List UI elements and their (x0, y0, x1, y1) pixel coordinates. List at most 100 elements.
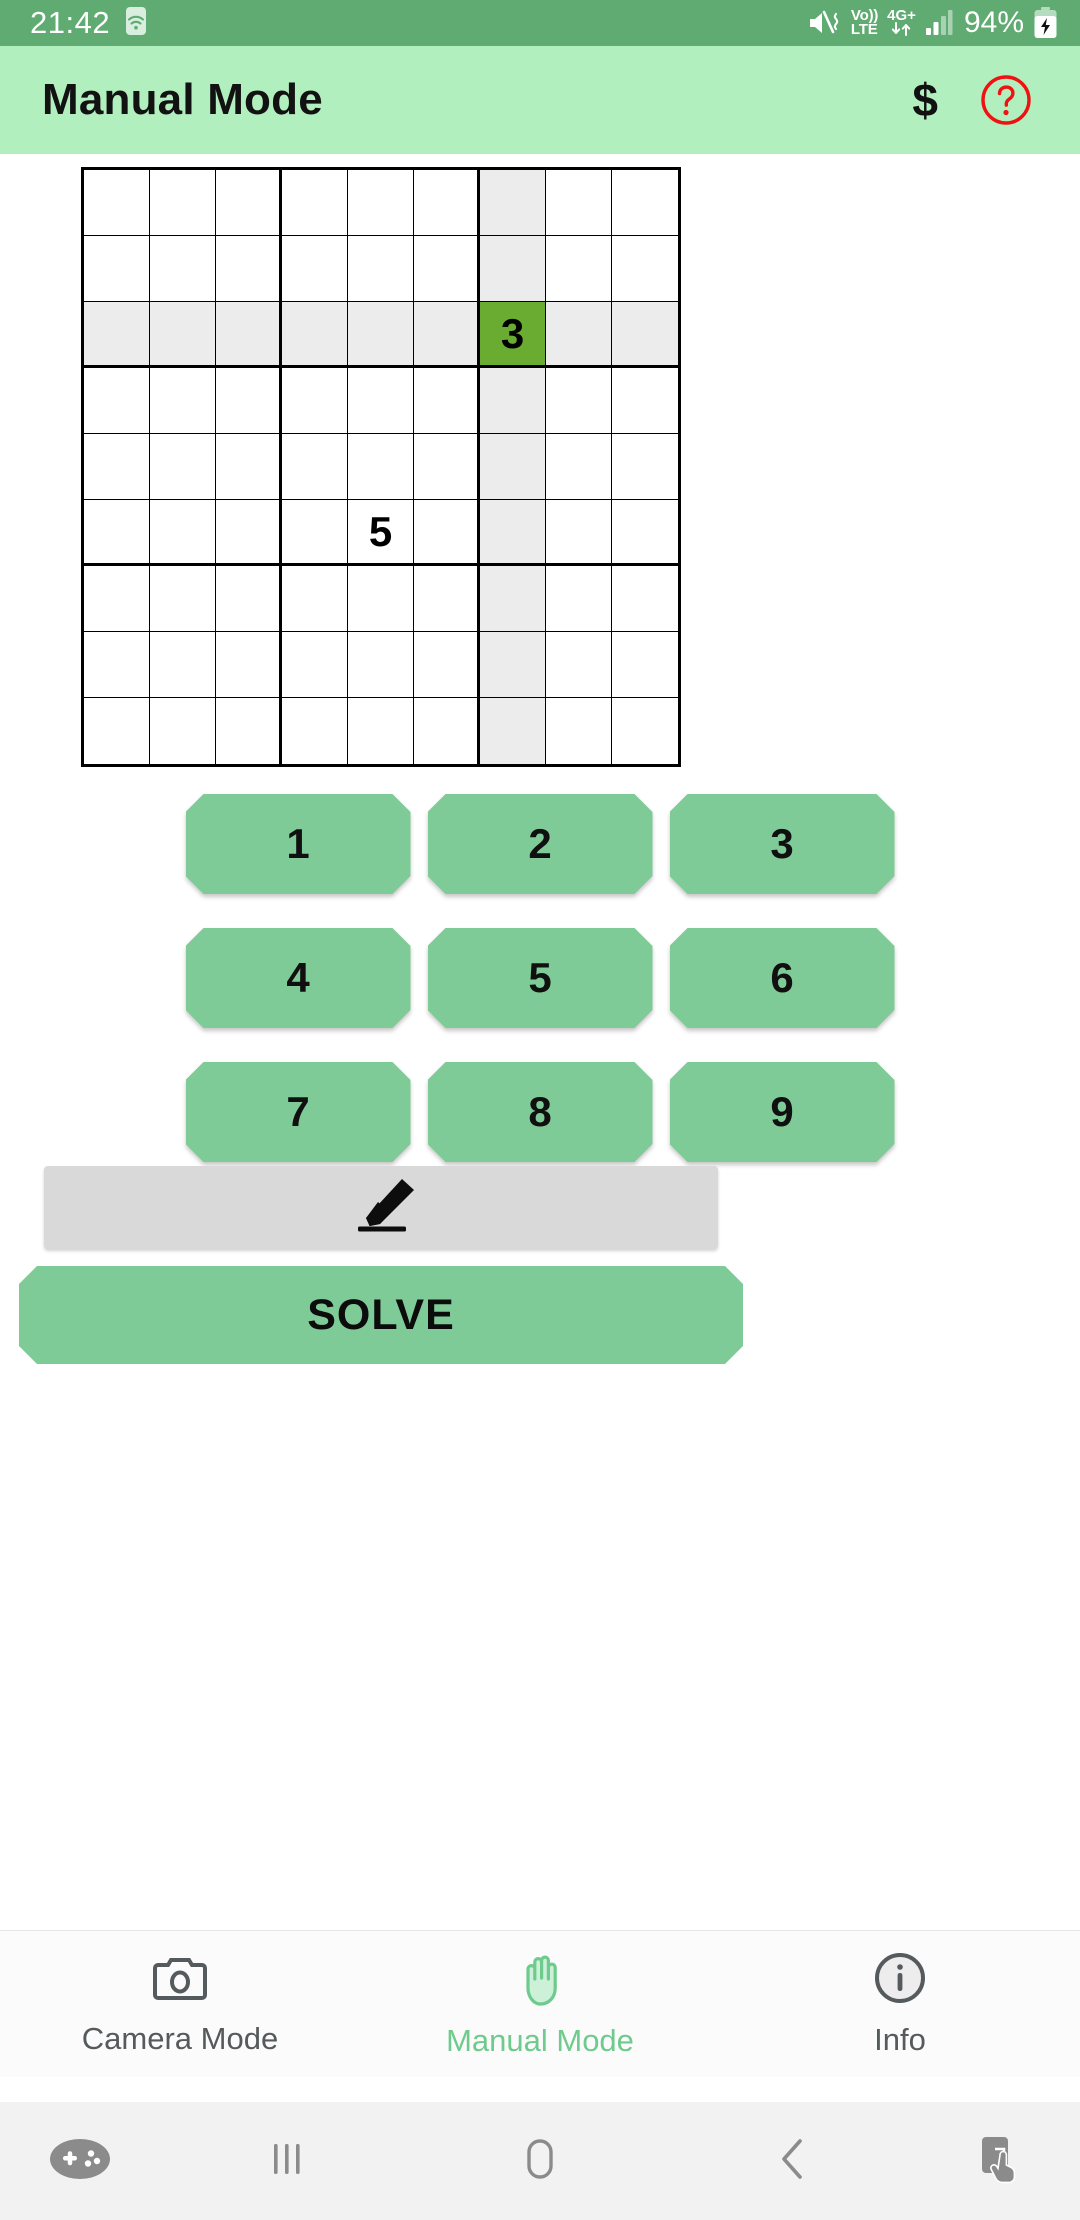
sudoku-cell-r6-c6[interactable] (414, 500, 480, 566)
sudoku-cell-r4-c9[interactable] (612, 368, 678, 434)
sudoku-cell-r6-c3[interactable] (216, 500, 282, 566)
sudoku-cell-r6-c1[interactable] (84, 500, 150, 566)
help-circle-icon[interactable] (980, 74, 1032, 126)
sudoku-cell-r3-c6[interactable] (414, 302, 480, 368)
sudoku-cell-r4-c5[interactable] (348, 368, 414, 434)
dollar-icon[interactable]: $ (912, 77, 938, 123)
sudoku-cell-r3-c2[interactable] (150, 302, 216, 368)
sudoku-cell-r1-c2[interactable] (150, 170, 216, 236)
tab-camera-mode[interactable]: Camera Mode (0, 1952, 360, 2057)
sudoku-cell-r2-c2[interactable] (150, 236, 216, 302)
sudoku-cell-r1-c4[interactable] (282, 170, 348, 236)
sudoku-cell-r1-c1[interactable] (84, 170, 150, 236)
nav-back-button[interactable] (667, 2133, 920, 2190)
sudoku-cell-r8-c5[interactable] (348, 632, 414, 698)
sudoku-cell-r5-c1[interactable] (84, 434, 150, 500)
sudoku-cell-r6-c7[interactable] (480, 500, 546, 566)
nav-recents-button[interactable] (160, 2134, 413, 2189)
sudoku-cell-r8-c9[interactable] (612, 632, 678, 698)
sudoku-cell-r3-c9[interactable] (612, 302, 678, 368)
sudoku-cell-r4-c1[interactable] (84, 368, 150, 434)
sudoku-cell-r2-c9[interactable] (612, 236, 678, 302)
sudoku-cell-r5-c5[interactable] (348, 434, 414, 500)
sudoku-cell-r6-c5[interactable]: 5 (348, 500, 414, 566)
sudoku-cell-r3-c5[interactable] (348, 302, 414, 368)
eraser-button[interactable] (44, 1166, 718, 1249)
sudoku-cell-r2-c5[interactable] (348, 236, 414, 302)
android-nav-bar[interactable] (0, 2102, 1080, 2220)
sudoku-cell-r8-c1[interactable] (84, 632, 150, 698)
sudoku-cell-r9-c4[interactable] (282, 698, 348, 764)
sudoku-cell-r4-c7[interactable] (480, 368, 546, 434)
sudoku-cell-r8-c3[interactable] (216, 632, 282, 698)
solve-button[interactable]: SOLVE (19, 1266, 743, 1364)
sudoku-cell-r8-c8[interactable] (546, 632, 612, 698)
sudoku-cell-r1-c3[interactable] (216, 170, 282, 236)
sudoku-cell-r6-c2[interactable] (150, 500, 216, 566)
sudoku-cell-r1-c7[interactable] (480, 170, 546, 236)
number-button-9[interactable]: 9 (670, 1062, 895, 1162)
sudoku-cell-r4-c3[interactable] (216, 368, 282, 434)
number-button-4[interactable]: 4 (186, 928, 411, 1028)
sudoku-cell-r7-c1[interactable] (84, 566, 150, 632)
sudoku-cell-r9-c6[interactable] (414, 698, 480, 764)
sudoku-cell-r7-c4[interactable] (282, 566, 348, 632)
number-button-1[interactable]: 1 (186, 794, 411, 894)
sudoku-cell-r5-c4[interactable] (282, 434, 348, 500)
sudoku-cell-r5-c9[interactable] (612, 434, 678, 500)
number-button-7[interactable]: 7 (186, 1062, 411, 1162)
sudoku-cell-r5-c3[interactable] (216, 434, 282, 500)
sudoku-cell-r9-c7[interactable] (480, 698, 546, 764)
sudoku-cell-r7-c6[interactable] (414, 566, 480, 632)
sudoku-cell-r1-c8[interactable] (546, 170, 612, 236)
sudoku-cell-r6-c9[interactable] (612, 500, 678, 566)
sudoku-cell-r3-c3[interactable] (216, 302, 282, 368)
sudoku-cell-r8-c6[interactable] (414, 632, 480, 698)
sudoku-cell-r4-c2[interactable] (150, 368, 216, 434)
number-button-8[interactable]: 8 (428, 1062, 653, 1162)
number-pad[interactable]: 123 456 789 (0, 794, 1080, 1196)
sudoku-cell-r4-c6[interactable] (414, 368, 480, 434)
nav-screenshot-button[interactable] (920, 2129, 1080, 2194)
number-button-6[interactable]: 6 (670, 928, 895, 1028)
sudoku-grid[interactable]: 35 (81, 167, 681, 767)
sudoku-cell-r9-c2[interactable] (150, 698, 216, 764)
sudoku-cell-r7-c8[interactable] (546, 566, 612, 632)
sudoku-cell-r8-c4[interactable] (282, 632, 348, 698)
sudoku-board[interactable]: 35 (81, 167, 681, 767)
nav-game-launcher[interactable] (0, 2135, 160, 2188)
sudoku-cell-r7-c2[interactable] (150, 566, 216, 632)
sudoku-cell-r3-c8[interactable] (546, 302, 612, 368)
tab-manual-mode[interactable]: Manual Mode (360, 1950, 720, 2059)
nav-home-button[interactable] (413, 2131, 666, 2192)
number-button-2[interactable]: 2 (428, 794, 653, 894)
bottom-tab-bar[interactable]: Camera Mode Manual Mode Info (0, 1930, 1080, 2077)
sudoku-cell-r5-c6[interactable] (414, 434, 480, 500)
sudoku-cell-r2-c8[interactable] (546, 236, 612, 302)
sudoku-cell-r1-c9[interactable] (612, 170, 678, 236)
sudoku-cell-r8-c7[interactable] (480, 632, 546, 698)
sudoku-cell-r5-c7[interactable] (480, 434, 546, 500)
sudoku-cell-r4-c8[interactable] (546, 368, 612, 434)
sudoku-cell-r9-c1[interactable] (84, 698, 150, 764)
sudoku-cell-r1-c5[interactable] (348, 170, 414, 236)
sudoku-cell-r7-c3[interactable] (216, 566, 282, 632)
sudoku-cell-r8-c2[interactable] (150, 632, 216, 698)
sudoku-cell-r9-c3[interactable] (216, 698, 282, 764)
sudoku-cell-r2-c6[interactable] (414, 236, 480, 302)
sudoku-cell-r2-c1[interactable] (84, 236, 150, 302)
sudoku-cell-r3-c4[interactable] (282, 302, 348, 368)
sudoku-cell-r6-c4[interactable] (282, 500, 348, 566)
sudoku-cell-r1-c6[interactable] (414, 170, 480, 236)
sudoku-cell-r7-c5[interactable] (348, 566, 414, 632)
sudoku-cell-r9-c5[interactable] (348, 698, 414, 764)
sudoku-cell-r5-c8[interactable] (546, 434, 612, 500)
sudoku-cell-r3-c7[interactable]: 3 (480, 302, 546, 368)
sudoku-cell-r7-c9[interactable] (612, 566, 678, 632)
sudoku-cell-r9-c9[interactable] (612, 698, 678, 764)
sudoku-cell-r5-c2[interactable] (150, 434, 216, 500)
sudoku-cell-r2-c4[interactable] (282, 236, 348, 302)
sudoku-cell-r6-c8[interactable] (546, 500, 612, 566)
number-button-3[interactable]: 3 (670, 794, 895, 894)
sudoku-cell-r2-c7[interactable] (480, 236, 546, 302)
